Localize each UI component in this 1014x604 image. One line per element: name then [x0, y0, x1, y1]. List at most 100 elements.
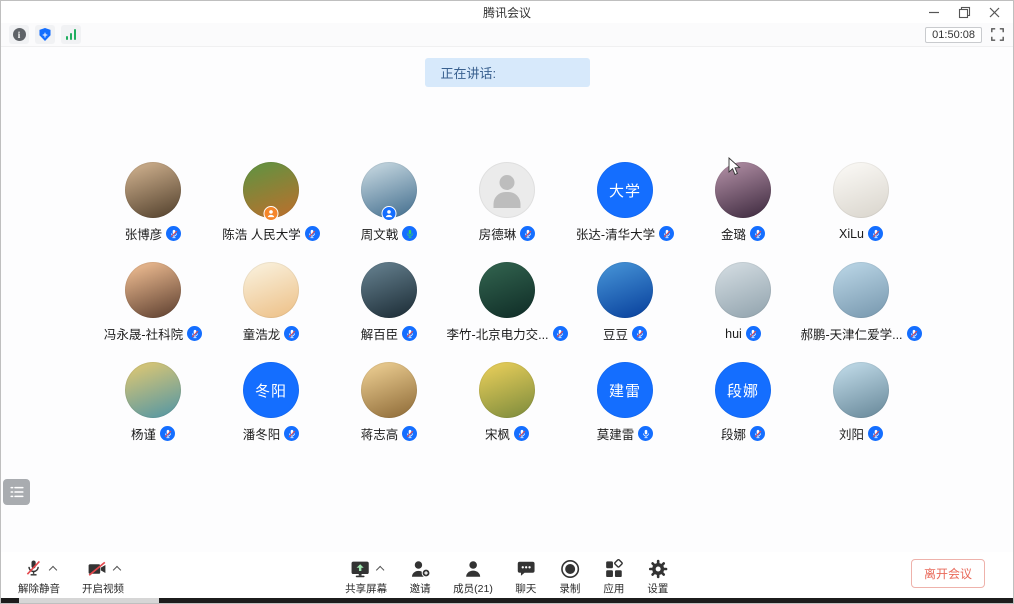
- participant-card[interactable]: XiLu: [802, 162, 920, 242]
- chat-button[interactable]: 聊天: [515, 557, 537, 596]
- participant-card[interactable]: 段娜段娜: [684, 362, 802, 442]
- participant-card[interactable]: 金璐: [684, 162, 802, 242]
- participant-card[interactable]: 张博彦: [94, 162, 212, 242]
- leave-meeting-button[interactable]: 离开会议: [911, 559, 985, 588]
- mic-status-badge: [750, 426, 765, 441]
- signal-icon: [66, 29, 77, 40]
- fullscreen-button[interactable]: [990, 27, 1005, 42]
- participant-card[interactable]: 冬阳潘冬阳: [212, 362, 330, 442]
- mic-on-icon: [405, 229, 415, 239]
- participant-name-row: 张博彦: [125, 225, 182, 242]
- avatar-placeholder: [479, 162, 535, 218]
- participant-card[interactable]: 周文戟: [330, 162, 448, 242]
- settings-button[interactable]: 设置: [647, 557, 669, 596]
- mic-muted-icon: [287, 429, 297, 439]
- participant-card[interactable]: 刘阳: [802, 362, 920, 442]
- avatar: 大学: [597, 162, 653, 218]
- participant-card[interactable]: 李竹-北京电力交...: [448, 262, 566, 342]
- status-bar: i + 01:50:08: [1, 23, 1013, 47]
- participant-name: 段娜: [721, 424, 746, 443]
- chevron-up-icon[interactable]: [113, 566, 121, 574]
- participant-card[interactable]: 房德琳: [448, 162, 566, 242]
- restore-icon: [958, 6, 971, 19]
- mic-status-badge: [402, 326, 417, 341]
- close-button[interactable]: [979, 1, 1009, 23]
- participant-card[interactable]: 大学张达-清华大学: [566, 162, 684, 242]
- record-label: 录制: [559, 581, 580, 596]
- mic-status-badge: [520, 226, 535, 241]
- participant-name: 李竹-北京电力交...: [446, 324, 548, 343]
- participant-card[interactable]: hui: [684, 262, 802, 342]
- member-list-tab[interactable]: [3, 479, 30, 505]
- avatar-image: [361, 262, 417, 318]
- avatar: [833, 362, 889, 418]
- mic-muted-icon: [753, 429, 763, 439]
- fullscreen-icon: [990, 27, 1005, 42]
- share-screen-button[interactable]: 共享屏幕: [345, 557, 387, 596]
- invite-button[interactable]: 邀请: [409, 557, 431, 596]
- participant-card[interactable]: 解百臣: [330, 262, 448, 342]
- cohost-badge: [382, 206, 397, 221]
- security-button[interactable]: +: [35, 25, 55, 44]
- participant-card[interactable]: 豆豆: [566, 262, 684, 342]
- mic-status-badge: [659, 226, 674, 241]
- participant-name: 刘阳: [839, 424, 864, 443]
- avatar-image: [833, 162, 889, 218]
- mic-status-badge: [632, 326, 647, 341]
- minimize-button[interactable]: [919, 1, 949, 23]
- participant-name: 房德琳: [479, 224, 517, 243]
- participant-name-row: 郝鹏-天津仁爱学...: [800, 325, 921, 342]
- avatar-image: [715, 162, 771, 218]
- meeting-info-button[interactable]: i: [9, 25, 29, 44]
- shield-icon: +: [39, 28, 51, 41]
- unmute-button[interactable]: 解除静音: [18, 557, 60, 596]
- apps-button[interactable]: 应用: [603, 557, 625, 596]
- mic-status-badge: [402, 226, 417, 241]
- participant-name: 潘冬阳: [243, 424, 281, 443]
- apps-label: 应用: [603, 581, 624, 596]
- chevron-up-icon[interactable]: [376, 566, 384, 574]
- network-button[interactable]: [61, 25, 81, 44]
- participant-card[interactable]: 建雷莫建雷: [566, 362, 684, 442]
- participant-name: 豆豆: [603, 324, 628, 343]
- mic-muted-icon: [405, 429, 415, 439]
- mic-status-badge: [750, 226, 765, 241]
- participant-name-row: hui: [725, 325, 761, 342]
- participant-name: 陈浩 人民大学: [222, 224, 300, 243]
- meeting-window: 腾讯会议 i + 01:50:08: [0, 0, 1014, 604]
- avatar: [243, 262, 299, 318]
- close-icon: [989, 7, 1000, 18]
- participant-card[interactable]: 蒋志高: [330, 362, 448, 442]
- participant-name-row: 蒋志高: [361, 425, 418, 442]
- mic-status-badge: [284, 326, 299, 341]
- restore-button[interactable]: [949, 1, 979, 23]
- camera-off-icon: [86, 558, 108, 580]
- participant-name: 童浩龙: [243, 324, 281, 343]
- participant-name-row: 解百臣: [361, 325, 418, 342]
- record-icon: [559, 558, 581, 580]
- participant-card[interactable]: 宋枫: [448, 362, 566, 442]
- participant-name: 解百臣: [361, 324, 399, 343]
- members-button[interactable]: 成员(21): [453, 557, 493, 596]
- members-icon: [462, 558, 484, 580]
- start-video-button[interactable]: 开启视频: [82, 557, 124, 596]
- participant-card[interactable]: 童浩龙: [212, 262, 330, 342]
- participant-card[interactable]: 杨谨: [94, 362, 212, 442]
- window-title: 腾讯会议: [483, 4, 531, 21]
- chat-label: 聊天: [515, 581, 536, 596]
- participant-name: 张达-清华大学: [576, 224, 655, 243]
- host-badge: [264, 206, 279, 221]
- taskbar-window-segment: [19, 598, 159, 603]
- avatar: [833, 262, 889, 318]
- avatar: [715, 162, 771, 218]
- mic-status-badge: [907, 326, 922, 341]
- participant-card[interactable]: 陈浩 人民大学: [212, 162, 330, 242]
- avatar-image: [125, 162, 181, 218]
- avatar-image: 建雷: [597, 362, 653, 418]
- chevron-up-icon[interactable]: [48, 566, 56, 574]
- mic-muted-icon: [555, 329, 565, 339]
- mic-muted-icon: [753, 229, 763, 239]
- participant-card[interactable]: 郝鹏-天津仁爱学...: [802, 262, 920, 342]
- participant-card[interactable]: 冯永晟-社科院: [94, 262, 212, 342]
- record-button[interactable]: 录制: [559, 557, 581, 596]
